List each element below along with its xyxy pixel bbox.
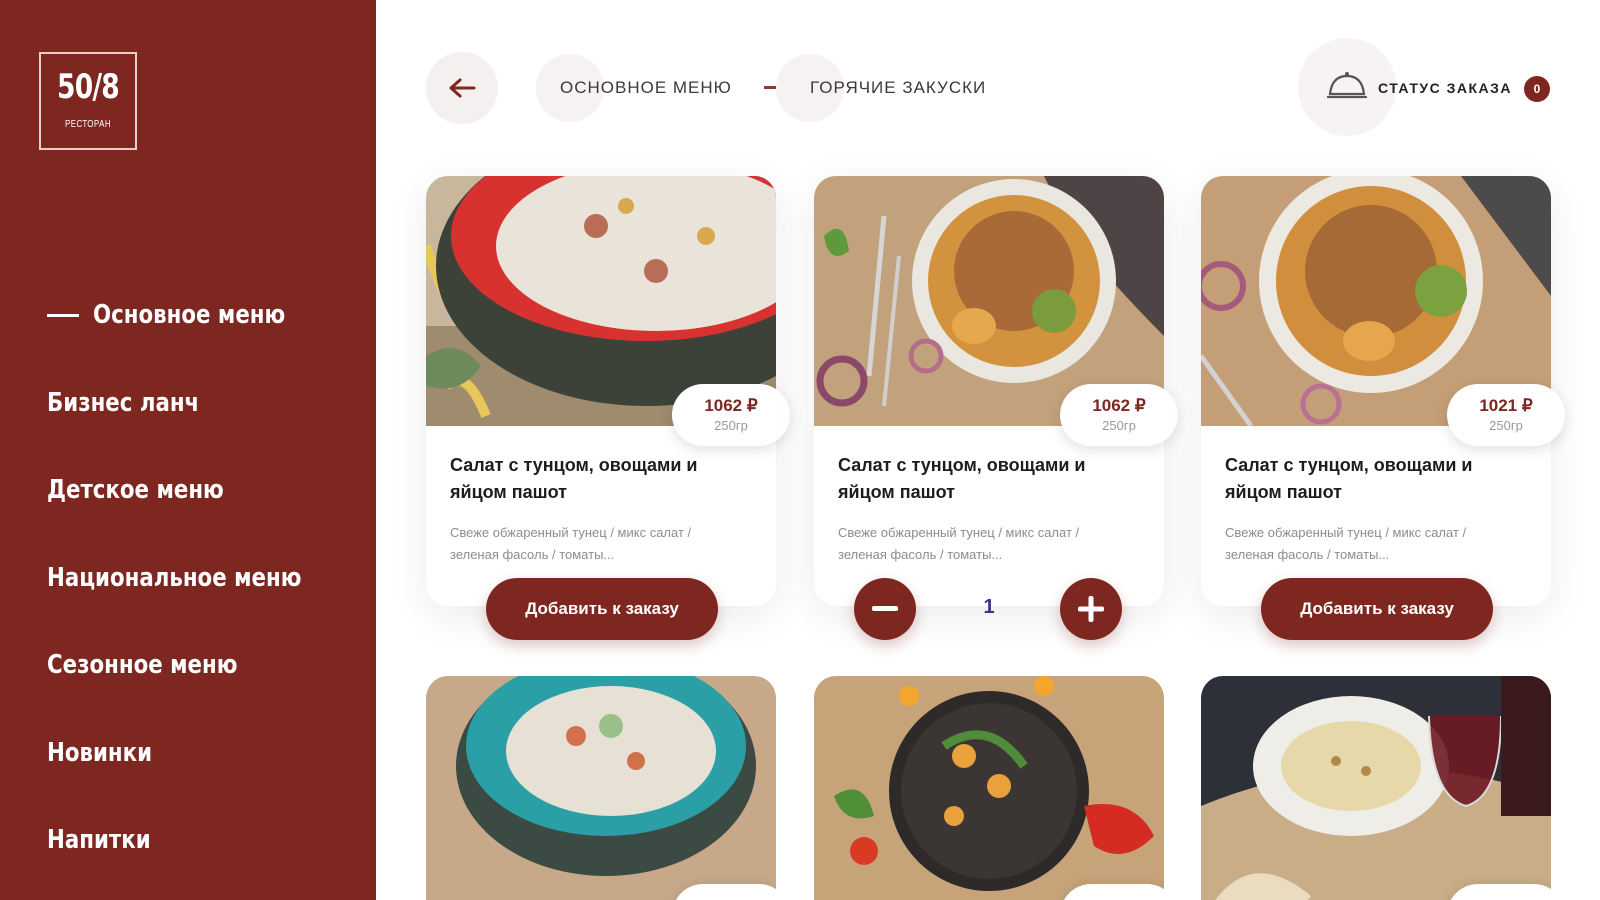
nav-item-main-menu[interactable]: Основное меню xyxy=(47,300,357,388)
dish-card[interactable] xyxy=(814,676,1164,900)
dish-description: Свеже обжаренный тунец / микс салат / зе… xyxy=(1225,525,1467,562)
dish-image xyxy=(426,676,776,900)
dish-card[interactable]: 1062 ₽ 250гр Салат с тунцом, овощами и я… xyxy=(814,176,1178,640)
logo-main-text: 50/8 xyxy=(57,67,120,107)
order-status-label[interactable]: СТАТУС ЗАКАЗА xyxy=(1378,80,1512,96)
weight-text: 250гр xyxy=(1102,418,1136,433)
nav-item-kids-menu[interactable]: Детское меню xyxy=(47,475,357,563)
weight-text: 250гр xyxy=(714,418,748,433)
restaurant-logo[interactable]: 50/8 ресторан xyxy=(39,52,137,150)
price-badge: 1021 ₽ 250гр xyxy=(1447,384,1565,446)
cloche-icon xyxy=(1326,72,1368,99)
order-count-badge: 0 xyxy=(1524,76,1550,102)
active-dash-icon xyxy=(47,314,79,317)
dish-description: Свеже обжаренный тунец / микс салат / зе… xyxy=(838,525,1080,562)
dish-card[interactable]: 1021 ₽ 250гр Салат с тунцом, овощами и я… xyxy=(1201,176,1565,640)
add-to-order-button[interactable]: Добавить к заказу xyxy=(1261,578,1493,640)
minus-icon xyxy=(872,606,898,611)
logo-sub-text: ресторан xyxy=(64,119,112,130)
price-badge: 1062 ₽ 250гр xyxy=(1060,384,1178,446)
dish-image xyxy=(814,676,1164,900)
breadcrumb-main-menu[interactable]: ОСНОВНОЕ МЕНЮ xyxy=(560,78,732,98)
quantity-stepper: 1 xyxy=(838,578,1140,640)
price-badge: 1062 ₽ 250гр xyxy=(672,384,790,446)
nav-item-seasonal-menu[interactable]: Сезонное меню xyxy=(47,650,357,738)
sidebar: 50/8 ресторан Основное меню Бизнес ланч … xyxy=(0,0,376,900)
dish-card[interactable]: 1062 ₽ 250гр Салат с тунцом, овощами и я… xyxy=(426,176,790,640)
price-text: 1021 ₽ xyxy=(1479,396,1533,415)
price-text: 1062 ₽ xyxy=(704,396,758,415)
dish-title: Салат с тунцом, овощами и яйцом пашот xyxy=(838,455,1086,502)
back-button[interactable] xyxy=(426,52,498,124)
plus-icon xyxy=(1078,596,1104,622)
nav-item-new[interactable]: Новинки xyxy=(47,738,357,826)
nav-item-national-menu[interactable]: Национальное меню xyxy=(47,563,357,651)
dish-card[interactable] xyxy=(1201,676,1551,900)
increase-quantity-button[interactable] xyxy=(1060,578,1122,640)
price-text: 1062 ₽ xyxy=(1092,396,1146,415)
dish-image xyxy=(1201,676,1551,900)
add-to-order-button[interactable]: Добавить к заказу xyxy=(486,578,718,640)
quantity-value: 1 xyxy=(983,596,995,618)
nav-item-business-lunch[interactable]: Бизнес ланч xyxy=(47,388,357,476)
dish-title: Салат с тунцом, овощами и яйцом пашот xyxy=(1225,455,1473,502)
decrease-quantity-button[interactable] xyxy=(854,578,916,640)
nav-item-drinks[interactable]: Напитки xyxy=(47,825,357,900)
weight-text: 250гр xyxy=(1489,418,1523,433)
dish-description: Свеже обжаренный тунец / микс салат / зе… xyxy=(450,525,692,562)
dish-card[interactable] xyxy=(426,676,776,900)
dish-title: Салат с тунцом, овощами и яйцом пашот xyxy=(450,455,698,502)
menu-navigation: Основное меню Бизнес ланч Детское меню Н… xyxy=(47,300,357,900)
breadcrumb-hot-starters[interactable]: ГОРЯЧИЕ ЗАКУСКИ xyxy=(810,78,986,98)
arrow-left-icon xyxy=(449,78,476,98)
